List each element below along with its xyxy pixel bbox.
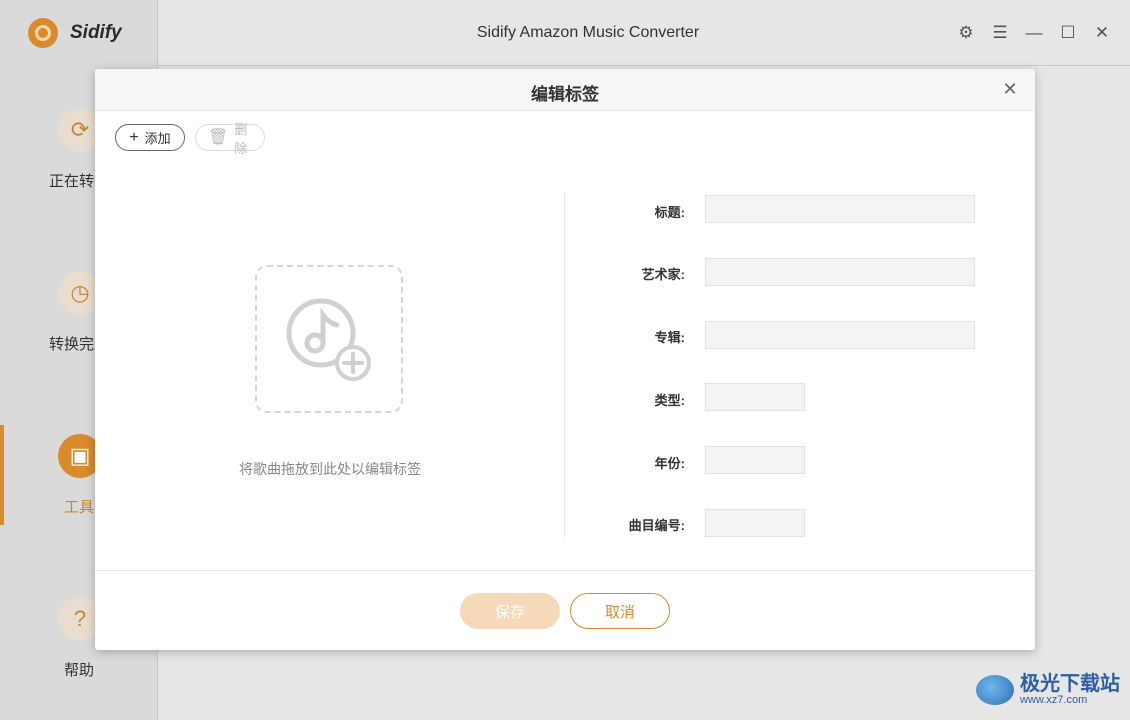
maximize-icon[interactable]: ☐ [1058,22,1078,44]
drop-zone[interactable] [255,265,403,413]
watermark-logo-icon [976,675,1014,705]
sidify-logo-icon [28,18,58,48]
watermark-url: www.xz7.com [1020,694,1088,706]
title-label: 标题: [654,205,685,220]
sidebar-item-label: 帮助 [63,662,94,679]
dialog-title: 编辑标签 [531,85,599,104]
dialog-header: 编辑标签 ✕ [95,69,1035,111]
close-icon[interactable]: ✕ [999,78,1021,100]
album-field[interactable] [705,321,975,349]
delete-button-label: 删除 [234,121,248,156]
genre-field[interactable] [705,383,805,411]
plus-icon: + [129,128,139,146]
watermark: 极光下载站 www.xz7.com [976,674,1120,706]
gear-icon[interactable]: ⚙ [956,22,976,44]
menu-icon[interactable]: ☰ [990,22,1010,44]
genre-label: 类型: [654,393,685,408]
music-add-icon [286,298,371,381]
minimize-icon[interactable]: — [1024,22,1044,44]
delete-button[interactable]: 🗑 删除 [195,122,265,156]
divider [564,193,565,537]
close-icon[interactable]: ✕ [1092,22,1112,44]
edit-tags-dialog: 编辑标签 ✕ + 添加 🗑 删除 将歌曲拖放到此处以编辑标签 标题: 艺术家: … [95,69,1035,650]
brand: Sidify [28,18,122,48]
artist-label: 艺术家: [641,267,685,282]
year-field[interactable] [705,446,805,474]
watermark-name: 极光下载站 [1020,673,1120,695]
footer-divider [95,570,1035,571]
window-title: Sidify Amazon Music Converter [476,24,700,41]
track-number-label: 曲目编号: [628,518,685,533]
artist-field[interactable] [705,258,975,286]
brand-name: Sidify [70,22,122,43]
add-button[interactable]: + 添加 [115,124,185,151]
save-button[interactable]: 保存 [460,593,560,629]
title-field[interactable] [705,195,975,223]
cancel-button[interactable]: 取消 [570,593,670,629]
album-label: 专辑: [654,330,685,345]
track-number-field[interactable] [705,509,805,537]
year-label: 年份: [654,456,685,471]
trash-icon: 🗑 [208,128,229,146]
window-controls: ⚙ ☰ — ☐ ✕ [956,22,1112,44]
drop-hint: 将歌曲拖放到此处以编辑标签 [239,461,421,477]
title-bar: Sidify Amazon Music Converter ⚙ ☰ — ☐ ✕ [158,0,1130,66]
add-button-label: 添加 [144,131,171,146]
